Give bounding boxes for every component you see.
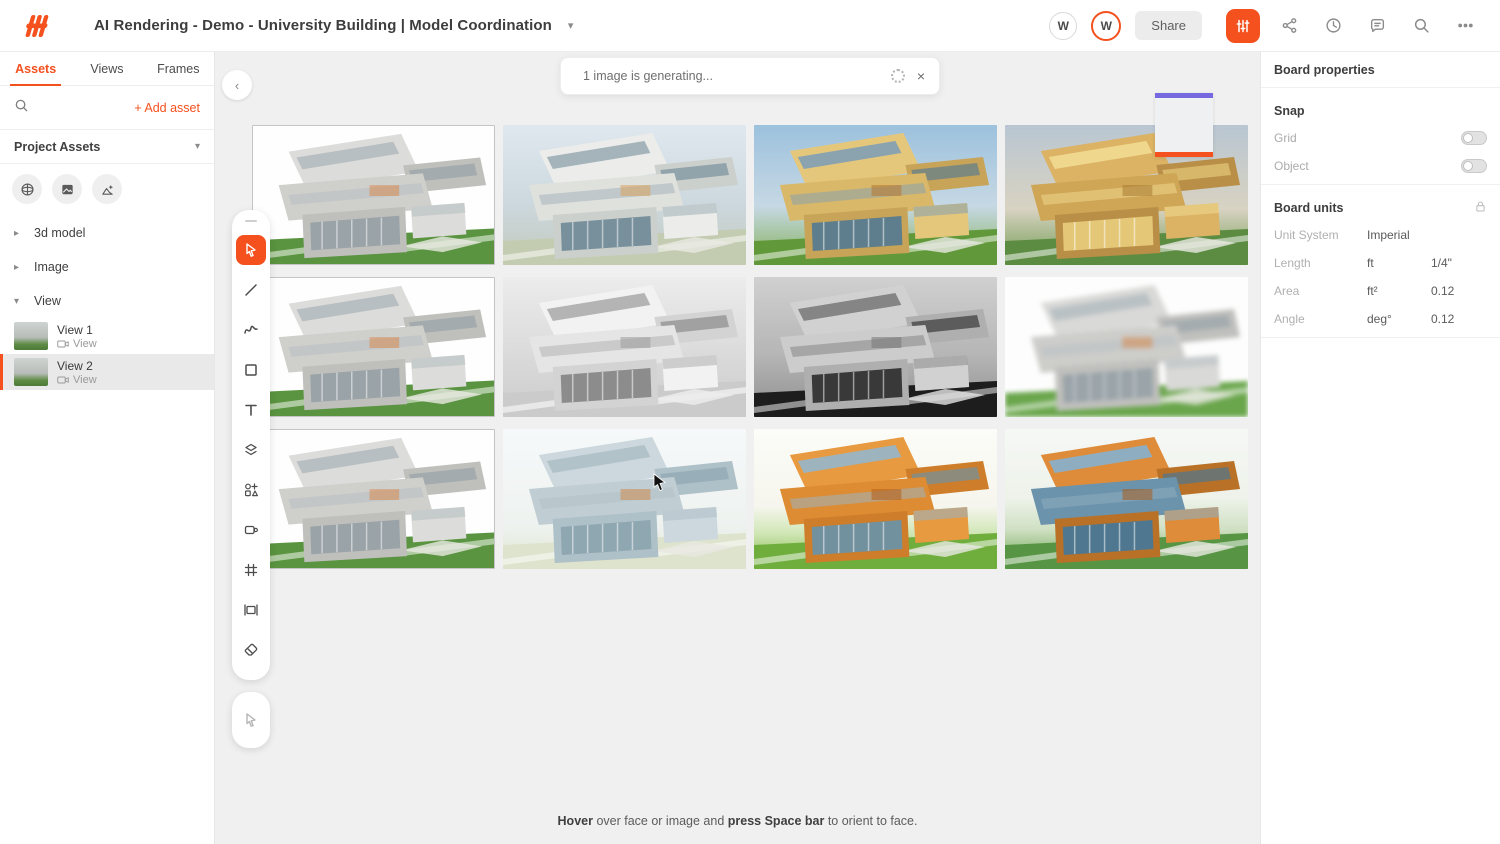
render-image-generating-blurred-view[interactable] bbox=[1005, 277, 1248, 417]
canvas-hint-text: Hover over face or image and press Space… bbox=[215, 814, 1260, 828]
tree-item-view[interactable]: ▾ View bbox=[0, 284, 214, 318]
board-canvas[interactable]: ‹ 1 image is generating... × Hover over … bbox=[215, 52, 1260, 844]
section-tool[interactable] bbox=[236, 595, 266, 625]
select-tool[interactable] bbox=[236, 235, 266, 265]
lock-icon[interactable] bbox=[1474, 200, 1487, 216]
draw-tool[interactable] bbox=[236, 315, 266, 345]
render-image-golden-facade-render[interactable] bbox=[754, 125, 997, 265]
snap-section: Snap Grid Object bbox=[1261, 88, 1500, 185]
angle-precision-value: 0.12 bbox=[1431, 305, 1487, 333]
view-1-item[interactable]: View 1 View bbox=[0, 318, 214, 354]
snap-heading: Snap bbox=[1274, 98, 1487, 124]
layers-tool[interactable] bbox=[236, 435, 266, 465]
mouse-cursor-icon bbox=[653, 473, 666, 492]
tab-assets[interactable]: Assets bbox=[0, 52, 71, 85]
render-image-watercolor-mixed-render[interactable] bbox=[1005, 429, 1248, 569]
angle-unit-value: deg° bbox=[1367, 305, 1431, 333]
panel-title: Board properties bbox=[1261, 52, 1500, 88]
chevron-right-icon: ▸ bbox=[14, 262, 34, 273]
toolbar-pointer-group bbox=[232, 692, 270, 748]
render-image-3d-model-view[interactable] bbox=[252, 125, 495, 265]
toolbar-main bbox=[232, 210, 270, 680]
title-dropdown-icon[interactable]: ▾ bbox=[568, 19, 574, 32]
snap-object-row: Object bbox=[1274, 152, 1487, 180]
unit-system-value: Imperial bbox=[1367, 221, 1431, 249]
render-image-3d-model-view[interactable] bbox=[252, 429, 495, 569]
area-precision-value: 0.12 bbox=[1431, 277, 1487, 305]
view-2-item[interactable]: View 2 View bbox=[0, 354, 214, 390]
more-options-icon[interactable] bbox=[1450, 11, 1480, 41]
selection-bar-top bbox=[1155, 93, 1213, 98]
comments-icon[interactable] bbox=[1362, 11, 1392, 41]
history-clock-icon[interactable] bbox=[1318, 11, 1348, 41]
collaborator-avatar[interactable]: W bbox=[1049, 12, 1077, 40]
render-image-photoreal-white-render[interactable] bbox=[503, 125, 746, 265]
search-icon[interactable] bbox=[1406, 11, 1436, 41]
toast-close-icon[interactable]: × bbox=[917, 69, 925, 83]
assets-sidebar: Assets Views Frames + Add asset Project … bbox=[0, 52, 215, 844]
render-image-watercolor-orange-render[interactable] bbox=[754, 429, 997, 569]
text-tool[interactable] bbox=[236, 395, 266, 425]
generating-image-placeholder bbox=[1155, 93, 1213, 157]
share-nodes-icon[interactable] bbox=[1274, 11, 1304, 41]
collapse-sidebar-button[interactable]: ‹ bbox=[222, 70, 252, 100]
board-units-heading: Board units bbox=[1274, 201, 1343, 215]
image-filter-icon[interactable] bbox=[52, 174, 82, 204]
render-image-black-white-contrast-render[interactable] bbox=[754, 277, 997, 417]
grid-tool[interactable] bbox=[236, 555, 266, 585]
shapes-tool[interactable] bbox=[236, 475, 266, 505]
grid-snap-toggle[interactable] bbox=[1461, 131, 1487, 145]
camera-icon bbox=[57, 339, 69, 349]
object-snap-toggle[interactable] bbox=[1461, 159, 1487, 173]
generation-toast: 1 image is generating... × bbox=[560, 57, 940, 95]
view-1-thumbnail bbox=[14, 322, 48, 350]
project-assets-header[interactable]: Project Assets ▾ bbox=[0, 130, 214, 164]
render-image-3d-model-view[interactable] bbox=[252, 277, 495, 417]
sliders-icon[interactable] bbox=[1226, 9, 1260, 43]
add-asset-button[interactable]: + Add asset bbox=[134, 101, 200, 115]
toast-message: 1 image is generating... bbox=[583, 69, 713, 83]
camera-icon bbox=[57, 375, 69, 385]
render-grid bbox=[252, 125, 1248, 569]
3d-object-filter-icon[interactable] bbox=[12, 174, 42, 204]
snap-grid-row: Grid bbox=[1274, 124, 1487, 152]
chevron-right-icon: ▸ bbox=[14, 228, 34, 239]
tab-frames[interactable]: Frames bbox=[143, 52, 214, 85]
app-logo-icon[interactable] bbox=[18, 10, 58, 42]
spinner-icon bbox=[891, 69, 905, 83]
chevron-down-icon: ▾ bbox=[195, 141, 200, 152]
top-bar: AI Rendering - Demo - University Buildin… bbox=[0, 0, 1500, 52]
area-unit-value: ft² bbox=[1367, 277, 1431, 305]
share-button[interactable]: Share bbox=[1135, 11, 1202, 40]
pointer-tool[interactable] bbox=[236, 705, 266, 735]
eraser-tool[interactable] bbox=[236, 635, 266, 665]
tree-item-3d-model[interactable]: ▸ 3d model bbox=[0, 216, 214, 250]
sidebar-tabs: Assets Views Frames bbox=[0, 52, 214, 86]
render-image-watercolor-pale-render[interactable] bbox=[503, 429, 746, 569]
board-properties-panel: Board properties Snap Grid Object Board … bbox=[1260, 52, 1500, 844]
progress-bar-bottom bbox=[1155, 152, 1213, 157]
rectangle-tool[interactable] bbox=[236, 355, 266, 385]
units-table: Unit System Imperial Length ft 1/4" Area… bbox=[1274, 221, 1487, 333]
board-units-section: Board units Unit System Imperial Length … bbox=[1261, 185, 1500, 338]
line-tool[interactable] bbox=[236, 275, 266, 305]
document-title: AI Rendering - Demo - University Buildin… bbox=[94, 17, 552, 34]
view-2-thumbnail bbox=[14, 358, 48, 386]
current-user-avatar[interactable]: W bbox=[1091, 11, 1121, 41]
length-unit-value: ft bbox=[1367, 249, 1431, 277]
chevron-down-icon: ▾ bbox=[14, 296, 34, 307]
asset-search-icon[interactable] bbox=[14, 98, 29, 118]
tree-item-image[interactable]: ▸ Image bbox=[0, 250, 214, 284]
length-precision-value: 1/4" bbox=[1431, 249, 1487, 277]
ai-image-filter-icon[interactable] bbox=[92, 174, 122, 204]
drawing-toolbar bbox=[232, 210, 270, 748]
camera-tool[interactable] bbox=[236, 515, 266, 545]
render-image-black-white-render[interactable] bbox=[503, 277, 746, 417]
tab-views[interactable]: Views bbox=[71, 52, 142, 85]
toolbar-drag-handle[interactable] bbox=[245, 220, 257, 222]
